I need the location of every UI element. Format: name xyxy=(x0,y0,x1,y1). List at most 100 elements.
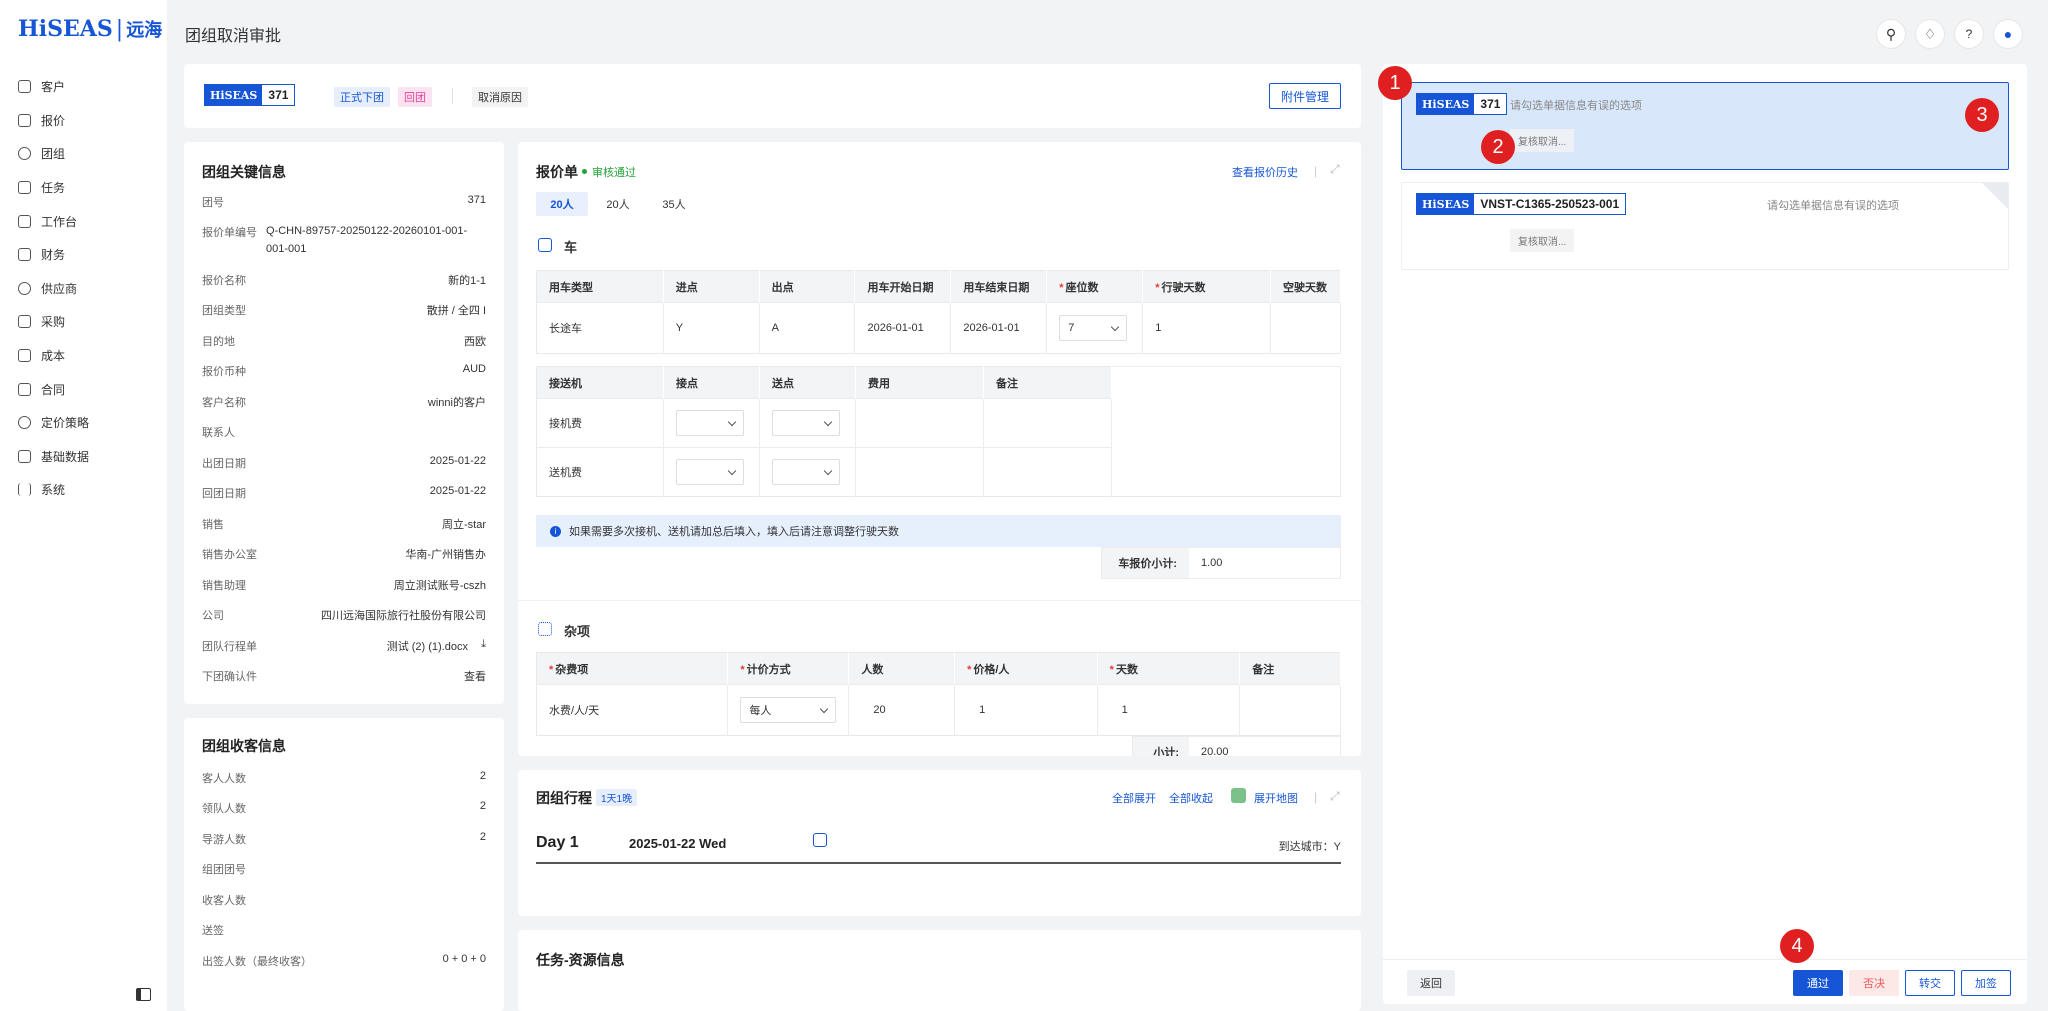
logo[interactable]: HiSEAS | 远海 xyxy=(18,16,162,42)
pricing-method-select[interactable]: 每人 xyxy=(740,697,837,723)
nav-item-contract[interactable]: 合同 xyxy=(0,372,167,406)
chevron-down-icon xyxy=(727,466,737,475)
user-avatar-icon[interactable]: ● xyxy=(1993,19,2023,49)
divider xyxy=(1383,959,2027,960)
nav-item-group[interactable]: 团组 xyxy=(0,137,167,171)
finance-icon xyxy=(18,248,31,262)
download-icon[interactable]: ⤓ xyxy=(481,638,486,651)
tag-formal: 正式下团 xyxy=(334,87,390,107)
annotation-badge-1: 1 xyxy=(1378,66,1412,100)
contract-icon xyxy=(18,382,31,396)
basedata-icon xyxy=(18,449,31,463)
dropoff-point-select[interactable] xyxy=(772,459,840,485)
info-icon: i xyxy=(550,525,561,537)
approval-brand: HiSEAS VNST-C1365-250523-001 xyxy=(1416,193,1627,215)
expand-icon[interactable]: ⤢ xyxy=(1330,789,1340,804)
nav-item-finance[interactable]: 财务 xyxy=(0,238,167,272)
quote-icon xyxy=(18,113,31,127)
purchase-icon xyxy=(18,315,31,329)
chevron-down-icon xyxy=(823,417,833,426)
nav-item-workbench[interactable]: 工作台 xyxy=(0,204,167,238)
car-subtotal: 车报价小计: 1.00 xyxy=(1101,547,1341,579)
nav-menu: 客户 报价 团组 任务 工作台 财务 供应商 采购 成本 合同 定价策略 基础数… xyxy=(0,70,167,507)
attachment-manage-button[interactable]: 附件管理 xyxy=(1269,83,1341,109)
nav-item-customer[interactable]: 客户 xyxy=(0,70,167,104)
confirm-view-link[interactable]: 查看 xyxy=(464,668,486,684)
search-icon[interactable]: ⚲ xyxy=(1876,19,1906,49)
chevron-down-icon xyxy=(727,417,737,426)
annotation-badge-3: 3 xyxy=(1965,98,1999,132)
group-brand-badge: HiSEAS 371 xyxy=(204,84,296,106)
pickup-point-select[interactable] xyxy=(676,459,744,485)
quote-status: 审核通过 xyxy=(592,167,636,179)
tab-20-b[interactable]: 20人 xyxy=(592,192,644,216)
transfer-button[interactable]: 转交 xyxy=(1905,970,1955,996)
guest-info-title: 团组收客信息 xyxy=(202,738,286,754)
chevron-down-icon xyxy=(823,466,833,475)
tab-20-a[interactable]: 20人 xyxy=(536,192,588,216)
bell-icon[interactable]: ♢ xyxy=(1915,19,1945,49)
system-icon xyxy=(18,483,31,497)
sidebar: HiSEAS | 远海 客户 报价 团组 任务 工作台 财务 供应商 采购 成本 合… xyxy=(0,0,167,1011)
nav-item-system[interactable]: 系统 xyxy=(0,473,167,507)
day-date: 2025-01-22 Wed xyxy=(629,836,727,851)
nav-item-basedata[interactable]: 基础数据 xyxy=(0,440,167,474)
expand-icon[interactable]: ⤢ xyxy=(1330,162,1340,177)
transfer-table: 接送机 接点 送点 费用 备注 接机费 送机费 xyxy=(536,366,1341,497)
approval-item[interactable]: HiSEAS VNST-C1365-250523-001 请勾选单据信息有误的选项… xyxy=(1401,182,2009,270)
itinerary-file-link[interactable]: 测试 (2) (1).docx xyxy=(387,638,468,654)
collapse-all-link[interactable]: 全部收起 xyxy=(1169,790,1213,806)
approval-brand: HiSEAS 371 xyxy=(1416,93,1508,115)
status-dot xyxy=(582,169,587,174)
chevron-down-icon xyxy=(1111,322,1120,331)
dropoff-point-select[interactable] xyxy=(772,410,840,436)
page-title: 团组取消审批 xyxy=(185,28,282,45)
supplier-icon xyxy=(18,281,31,295)
quote-history-link[interactable]: 查看报价历史 xyxy=(1232,164,1298,180)
nav-item-pricing[interactable]: 定价策略 xyxy=(0,406,167,440)
key-info-title: 团组关键信息 xyxy=(202,164,286,180)
task-title: 任务-资源信息 xyxy=(536,952,625,968)
help-icon[interactable]: ? xyxy=(1954,19,1984,49)
reject-button[interactable]: 否决 xyxy=(1849,970,1899,996)
nav-item-purchase[interactable]: 采购 xyxy=(0,305,167,339)
recheck-cancel-button[interactable]: 复核取消... xyxy=(1510,129,1575,152)
nav-item-cost[interactable]: 成本 xyxy=(0,339,167,373)
recheck-cancel-button[interactable]: 复核取消... xyxy=(1510,229,1575,252)
bus-icon xyxy=(813,833,827,847)
map-icon xyxy=(1231,788,1246,803)
task-icon xyxy=(18,181,31,195)
back-button[interactable]: 返回 xyxy=(1407,970,1455,996)
cancel-reason-tag[interactable]: 取消原因 xyxy=(472,87,528,107)
approval-panel: HiSEAS 371 请勾选单据信息有误的选项 复核取消... HiSEAS VNS… xyxy=(1383,64,2027,1004)
table-row: 水费/人/天 每人 20 1 1 xyxy=(536,684,1341,736)
key-info-card: 团组关键信息 团号 371 报价单编号 Q-CHN-89757-20250122-2… xyxy=(184,142,504,704)
expand-all-link[interactable]: 全部展开 xyxy=(1112,790,1156,806)
seat-count-select[interactable]: 7 xyxy=(1059,315,1128,341)
tag-return: 回团 xyxy=(398,87,432,107)
nav-item-supplier[interactable]: 供应商 xyxy=(0,272,167,306)
customer-icon xyxy=(18,80,31,94)
car-section-title: 车 xyxy=(564,240,578,255)
approval-hint: 请勾选单据信息有误的选项 xyxy=(1510,100,1642,112)
tab-35[interactable]: 35人 xyxy=(648,192,700,216)
pass-button[interactable]: 通过 xyxy=(1793,970,1843,996)
corner-check-icon xyxy=(1981,183,2008,210)
nav-item-task[interactable]: 任务 xyxy=(0,171,167,205)
misc-table: * 杂费项 * 计价方式 人数 * 价格/人 * 天数 备注 水费/人/天 每人 20 … xyxy=(536,652,1341,736)
nav-item-quote[interactable]: 报价 xyxy=(0,104,167,138)
quote-title: 报价单 xyxy=(536,164,578,180)
cost-icon xyxy=(18,349,31,363)
pickup-point-select[interactable] xyxy=(676,410,744,436)
pricing-icon xyxy=(18,416,31,430)
add-sign-button[interactable]: 加签 xyxy=(1961,970,2011,996)
annotation-badge-2: 2 xyxy=(1481,130,1515,164)
notice-bar: i 如果需要多次接机、送机请加总后填入，填入后请注意调整行驶天数 xyxy=(536,515,1341,547)
workbench-icon xyxy=(18,214,31,228)
car-table: 用车类型 进点 出点 用车开始日期 用车结束日期 * 座位数 * 行驶天数 空驶天数… xyxy=(536,270,1341,354)
expand-map-link[interactable]: 展开地图 xyxy=(1254,790,1298,806)
guest-info-card: 团组收客信息 客人人数 2 领队人数 2 导游人数 2 组团团号 收客人数 送签 出签… xyxy=(184,718,504,1011)
summary-card: HiSEAS 371 正式下团 回团 取消原因 附件管理 xyxy=(184,64,1361,128)
sidebar-collapse-icon[interactable] xyxy=(136,988,151,1001)
bus-icon xyxy=(538,238,552,252)
